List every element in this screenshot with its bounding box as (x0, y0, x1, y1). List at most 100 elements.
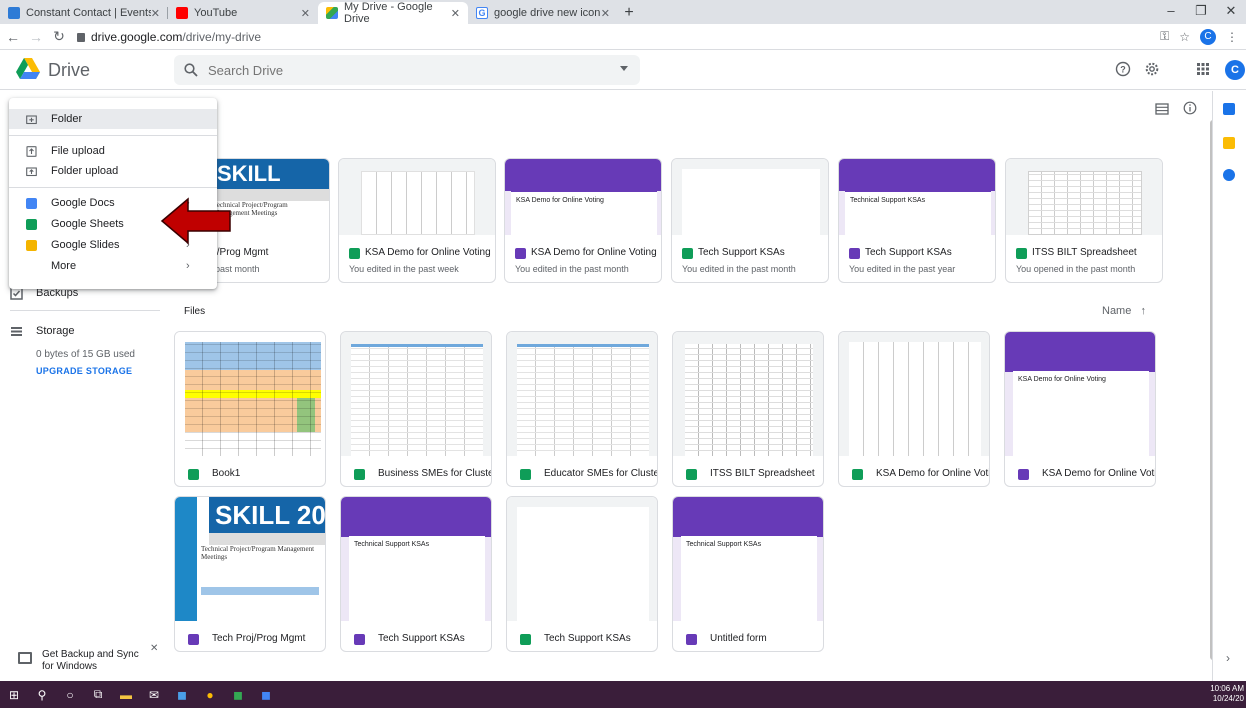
upgrade-storage-link[interactable]: UPGRADE STORAGE (36, 366, 132, 376)
search-input[interactable] (208, 62, 588, 78)
dismiss-promo-icon[interactable]: ✕ (150, 643, 158, 654)
quick-access-card[interactable]: KSA Demo for Online Voting KSA Demo for … (504, 158, 662, 283)
file-name: KSA Demo for Online Voting (876, 468, 990, 479)
list-view-icon[interactable] (1155, 103, 1169, 115)
close-tab-icon[interactable]: ✕ (451, 7, 460, 20)
excel-icon[interactable]: ◼ (224, 681, 252, 708)
sheets-file-icon (188, 469, 199, 480)
chrome-menu-icon[interactable]: ⋮ (1226, 30, 1238, 44)
close-tab-icon[interactable]: ✕ (301, 7, 310, 20)
browser-tab[interactable]: Constant Contact | Events | Manag ✕ (0, 2, 168, 24)
cortana-icon[interactable]: ○ (56, 681, 84, 708)
mail-icon[interactable]: ✉ (140, 681, 168, 708)
file-name: Tech Support KSAs (378, 633, 465, 644)
browser-tab-strip: Constant Contact | Events | Manag ✕ YouT… (0, 0, 1246, 25)
search-bar[interactable] (174, 55, 640, 85)
windows-start-icon[interactable]: ⊞ (0, 681, 28, 708)
task-view-icon[interactable]: ⧉ (84, 681, 112, 708)
sort-label: Name (1102, 305, 1132, 317)
minimize-icon[interactable]: – (1156, 0, 1186, 24)
apps-grid-icon[interactable] (1195, 61, 1211, 77)
tasks-icon[interactable] (1223, 169, 1235, 181)
profile-avatar[interactable]: C (1200, 28, 1216, 45)
file-thumbnail (341, 332, 491, 456)
folder-upload-item[interactable]: Folder upload (9, 161, 217, 181)
file-card[interactable]: SKILL 2020 Technical Project/Program Man… (174, 496, 326, 652)
search-icon[interactable]: ⚲ (28, 681, 56, 708)
browser-tab[interactable]: G google drive new icon - Google S ✕ (468, 2, 618, 24)
thumb-form-title: Technical Support KSAs (686, 541, 762, 548)
sort-by-name[interactable]: Name ↑ (1102, 305, 1146, 317)
url-field[interactable]: drive.google.com/drive/my-drive (77, 27, 1160, 47)
restore-icon[interactable]: ❐ (1186, 0, 1216, 24)
search-options-icon[interactable] (620, 66, 628, 71)
search-icon[interactable] (184, 63, 198, 77)
thumb-skill-subtitle: Technical Project/Program Management Mee… (201, 545, 315, 561)
file-thumbnail: Technical Support KSAs (341, 497, 491, 621)
account-avatar[interactable]: C (1225, 60, 1245, 80)
reload-icon[interactable]: ↻ (49, 28, 69, 45)
close-tab-icon[interactable]: ✕ (601, 7, 610, 20)
backup-sync-promo[interactable]: Get Backup and Sync for Windows ✕ (0, 643, 172, 679)
file-explorer-icon[interactable]: ▬ (112, 681, 140, 708)
file-card[interactable]: ITSS BILT Spreadsheet (672, 331, 824, 487)
file-card[interactable]: Tech Support KSAs (506, 496, 658, 652)
file-thumbnail: SKILL 2020 Technical Project/Program Man… (175, 497, 325, 621)
help-icon[interactable]: ? (1115, 61, 1131, 77)
system-clock[interactable]: 10:06 AM 10/24/20 (1210, 684, 1244, 704)
bookmark-star-icon[interactable]: ☆ (1179, 30, 1190, 44)
clock-date: 10/24/20 (1212, 694, 1244, 703)
keep-icon[interactable] (1223, 137, 1235, 149)
settings-gear-icon[interactable] (1144, 61, 1160, 77)
forward-arrow-icon[interactable]: → (26, 29, 46, 45)
file-card[interactable]: Technical Support KSAs Untitled form (672, 496, 824, 652)
file-upload-icon (26, 145, 37, 157)
menu-label: Folder (51, 113, 83, 125)
chrome-icon[interactable]: ● (196, 681, 224, 708)
file-name: Business SMEs for Clusters (378, 468, 492, 479)
new-tab-button[interactable]: + (618, 2, 640, 24)
file-card[interactable]: Business SMEs for Clusters (340, 331, 492, 487)
new-folder-item[interactable]: Folder (9, 109, 217, 129)
outlook-icon[interactable]: ◼ (168, 681, 196, 708)
file-name: Tech Support KSAs (865, 247, 952, 258)
file-card[interactable]: KSA Demo for Online Voting KSA Demo for … (1004, 331, 1156, 487)
thumb-skill-title: SKILL 2020 (211, 159, 329, 216)
file-card[interactable]: KSA Demo for Online Voting (838, 331, 990, 487)
file-thumbnail (339, 159, 495, 235)
expand-panel-icon[interactable]: › (1226, 651, 1230, 665)
file-card[interactable]: Technical Support KSAs Tech Support KSAs (340, 496, 492, 652)
browser-tab[interactable]: YouTube ✕ (168, 2, 318, 24)
word-icon[interactable]: ◼ (252, 681, 280, 708)
drive-logo-icon[interactable] (16, 58, 40, 80)
file-upload-item[interactable]: File upload (9, 141, 217, 161)
browser-tab-active[interactable]: My Drive - Google Drive ✕ (318, 1, 468, 25)
quick-access-card[interactable]: ITSS BILT Spreadsheet You opened in the … (1005, 158, 1163, 283)
more-item[interactable]: More › (9, 256, 217, 276)
quick-access-card[interactable]: KSA Demo for Online Voting You edited in… (338, 158, 496, 283)
close-window-icon[interactable]: ✕ (1216, 0, 1246, 24)
sidebar-item-storage[interactable]: Storage (0, 321, 172, 341)
folder-add-icon (26, 114, 37, 124)
file-name: ITSS BILT Spreadsheet (710, 468, 815, 479)
tab-title: google drive new icon - Google S (494, 7, 601, 19)
windows-taskbar: ⊞ ⚲ ○ ⧉ ▬ ✉ ◼ ● ◼ ◼ 10:06 AM 10/24/20 (0, 681, 1246, 708)
drive-product-name[interactable]: Drive (48, 60, 90, 81)
file-card[interactable]: Book1 (174, 331, 326, 487)
sheets-file-icon (520, 469, 531, 480)
key-icon[interactable]: ⚿ (1160, 29, 1169, 44)
clock-time: 10:06 AM (1210, 684, 1244, 693)
forms-file-icon (515, 248, 526, 259)
quick-access-card[interactable]: Tech Support KSAs You edited in the past… (671, 158, 829, 283)
info-icon[interactable] (1183, 101, 1197, 115)
quick-access-card[interactable]: Technical Support KSAs Tech Support KSAs… (838, 158, 996, 283)
url-path: /drive/my-drive (182, 29, 262, 44)
back-arrow-icon[interactable]: ← (3, 29, 23, 45)
file-thumbnail: Technical Support KSAs (839, 159, 995, 235)
close-tab-icon[interactable]: ✕ (151, 7, 160, 20)
file-card[interactable]: Educator SMEs for Clusters (506, 331, 658, 487)
file-name: Book1 (212, 468, 241, 479)
menu-label: More (51, 260, 77, 272)
calendar-icon[interactable] (1223, 103, 1235, 115)
sidebar-item-label: Storage (36, 325, 75, 337)
